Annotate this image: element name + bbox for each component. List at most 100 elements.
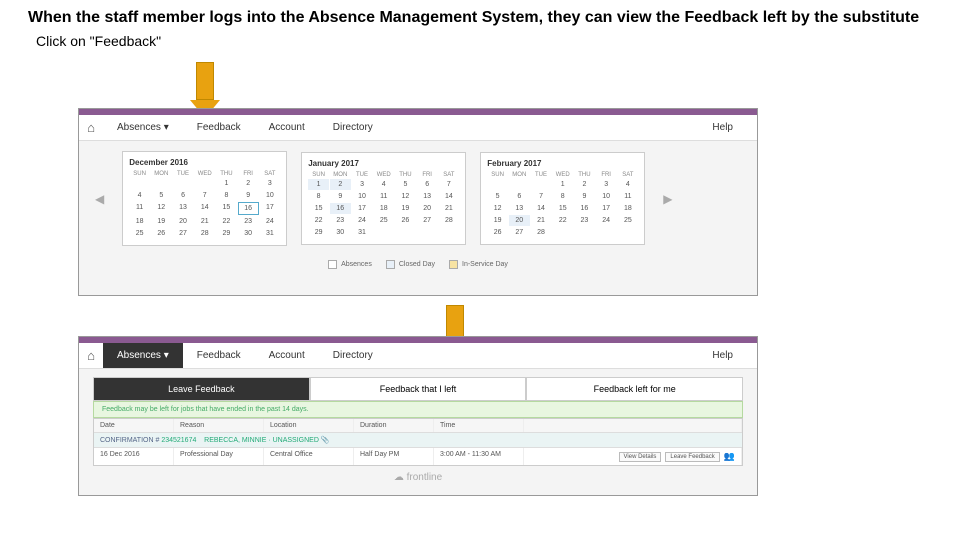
calendar-cell[interactable]: 1 [552, 179, 573, 190]
calendar-cell[interactable] [129, 178, 150, 189]
calendar-cell[interactable] [487, 179, 508, 190]
calendar-cell[interactable]: 21 [194, 216, 215, 227]
calendar-cell[interactable]: 18 [618, 203, 639, 214]
calendar-cell[interactable]: 13 [173, 202, 194, 215]
confirmation-name[interactable]: REBECCA, MINNIE · UNASSIGNED [204, 437, 319, 444]
calendar-cell[interactable]: 14 [194, 202, 215, 215]
calendar-cell[interactable]: 25 [129, 228, 150, 239]
tab-feedback-i-left[interactable]: Feedback that I left [310, 377, 527, 400]
calendar-cell[interactable]: 9 [574, 191, 595, 202]
calendar-cell[interactable]: 8 [216, 190, 237, 201]
calendar-cell[interactable]: 11 [373, 191, 394, 202]
calendar-cell[interactable]: 23 [330, 215, 351, 226]
calendar-cell[interactable]: 17 [596, 203, 617, 214]
calendar-cell[interactable]: 1 [308, 179, 329, 190]
calendar-cell[interactable]: 9 [330, 191, 351, 202]
calendar-cell[interactable]: 7 [194, 190, 215, 201]
calendar-cell[interactable]: 25 [373, 215, 394, 226]
calendar-cell[interactable]: 15 [216, 202, 237, 215]
calendar-cell[interactable]: 27 [417, 215, 438, 226]
calendar-cell[interactable]: 23 [574, 215, 595, 226]
calendar-cell[interactable]: 28 [531, 227, 552, 238]
calendar-cell[interactable]: 19 [487, 215, 508, 226]
nav-account[interactable]: Account [255, 343, 319, 368]
calendar-cell[interactable] [194, 178, 215, 189]
calendar-cell[interactable]: 19 [395, 203, 416, 214]
calendar-cell[interactable] [151, 178, 172, 189]
nav-directory[interactable]: Directory [319, 343, 387, 368]
calendar-cell[interactable]: 2 [330, 179, 351, 190]
calendar-cell[interactable]: 4 [129, 190, 150, 201]
calendar-cell[interactable]: 16 [238, 202, 259, 215]
calendar-next-icon[interactable]: ▶ [659, 192, 676, 206]
calendar-cell[interactable]: 17 [352, 203, 373, 214]
calendar-cell[interactable] [509, 179, 530, 190]
calendar-cell[interactable]: 12 [395, 191, 416, 202]
leave-feedback-button[interactable]: Leave Feedback [665, 452, 719, 462]
calendar-cell[interactable]: 20 [417, 203, 438, 214]
calendar-cell[interactable]: 22 [216, 216, 237, 227]
home-icon[interactable]: ⌂ [79, 344, 103, 368]
calendar-cell[interactable]: 5 [151, 190, 172, 201]
calendar-cell[interactable]: 24 [596, 215, 617, 226]
calendar-cell[interactable]: 26 [487, 227, 508, 238]
calendar-cell[interactable] [395, 227, 416, 238]
calendar-cell[interactable]: 10 [260, 190, 281, 201]
calendar-cell[interactable]: 6 [173, 190, 194, 201]
calendar-cell[interactable]: 18 [373, 203, 394, 214]
calendar-cell[interactable]: 26 [395, 215, 416, 226]
confirmation-link[interactable]: 234521674 [161, 437, 196, 444]
calendar-cell[interactable]: 10 [352, 191, 373, 202]
nav-absences[interactable]: Absences ▾ [103, 343, 183, 368]
calendar-cell[interactable]: 22 [308, 215, 329, 226]
calendar-cell[interactable]: 11 [129, 202, 150, 215]
view-details-button[interactable]: View Details [619, 452, 662, 462]
calendar-cell[interactable]: 21 [531, 215, 552, 226]
calendar-cell[interactable]: 28 [439, 215, 460, 226]
nav-absences[interactable]: Absences ▾ [103, 115, 183, 140]
calendar-cell[interactable]: 21 [439, 203, 460, 214]
calendar-cell[interactable]: 5 [395, 179, 416, 190]
calendar-prev-icon[interactable]: ◀ [91, 192, 108, 206]
calendar-cell[interactable]: 13 [509, 203, 530, 214]
calendar-cell[interactable] [173, 178, 194, 189]
calendar-cell[interactable]: 14 [531, 203, 552, 214]
calendar-cell[interactable]: 10 [596, 191, 617, 202]
calendar-cell[interactable]: 5 [487, 191, 508, 202]
calendar-cell[interactable]: 17 [260, 202, 281, 215]
calendar-cell[interactable]: 15 [308, 203, 329, 214]
tab-leave-feedback[interactable]: Leave Feedback [93, 377, 310, 400]
calendar-cell[interactable] [417, 227, 438, 238]
calendar-cell[interactable]: 22 [552, 215, 573, 226]
calendar-cell[interactable]: 28 [194, 228, 215, 239]
home-icon[interactable]: ⌂ [79, 116, 103, 140]
calendar-cell[interactable]: 2 [574, 179, 595, 190]
nav-help[interactable]: Help [698, 343, 757, 368]
calendar-cell[interactable] [439, 227, 460, 238]
calendar-cell[interactable]: 11 [618, 191, 639, 202]
calendar-cell[interactable]: 1 [216, 178, 237, 189]
calendar-cell[interactable] [552, 227, 573, 238]
calendar-cell[interactable]: 8 [308, 191, 329, 202]
calendar-cell[interactable]: 7 [531, 191, 552, 202]
nav-feedback[interactable]: Feedback [183, 343, 255, 368]
calendar-cell[interactable]: 3 [596, 179, 617, 190]
calendar-cell[interactable]: 8 [552, 191, 573, 202]
calendar-cell[interactable]: 19 [151, 216, 172, 227]
calendar-cell[interactable]: 13 [417, 191, 438, 202]
calendar-cell[interactable]: 27 [509, 227, 530, 238]
calendar-cell[interactable]: 26 [151, 228, 172, 239]
calendar-cell[interactable] [574, 227, 595, 238]
calendar-cell[interactable]: 9 [238, 190, 259, 201]
calendar-cell[interactable]: 6 [509, 191, 530, 202]
calendar-cell[interactable]: 20 [509, 215, 530, 226]
nav-account[interactable]: Account [255, 115, 319, 140]
nav-directory[interactable]: Directory [319, 115, 387, 140]
calendar-cell[interactable]: 29 [216, 228, 237, 239]
calendar-cell[interactable]: 30 [238, 228, 259, 239]
calendar-cell[interactable]: 16 [574, 203, 595, 214]
calendar-cell[interactable]: 3 [260, 178, 281, 189]
tab-feedback-for-me[interactable]: Feedback left for me [526, 377, 743, 400]
calendar-cell[interactable]: 31 [260, 228, 281, 239]
calendar-cell[interactable] [618, 227, 639, 238]
